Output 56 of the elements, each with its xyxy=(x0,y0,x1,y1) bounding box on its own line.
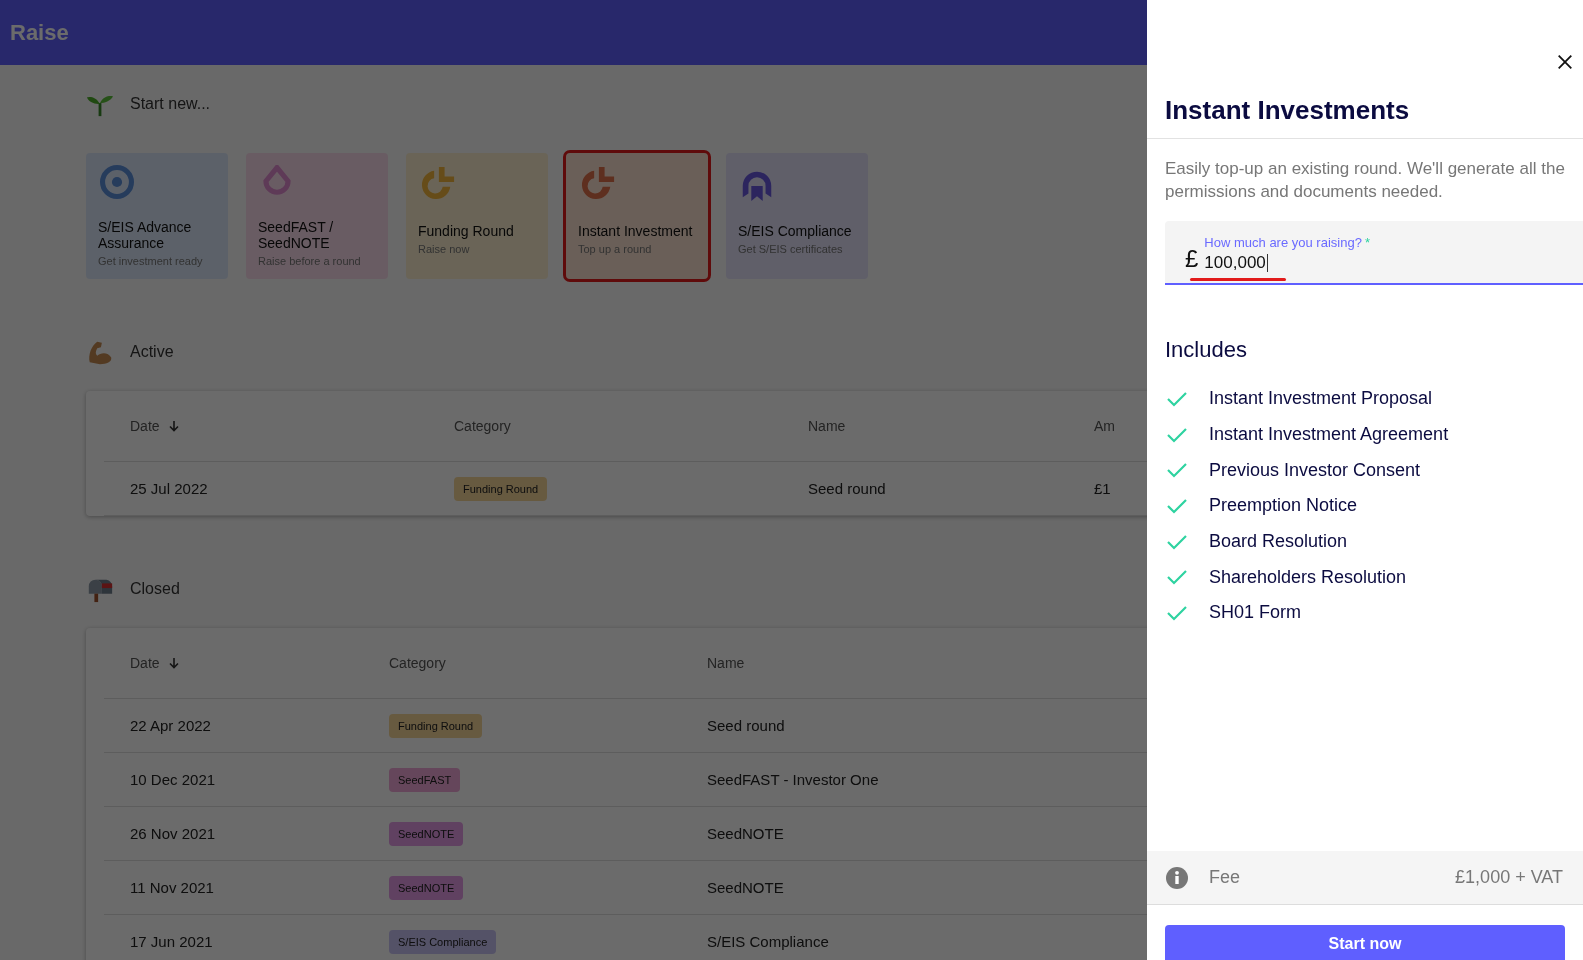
category-tag: Funding Round xyxy=(389,713,483,738)
table-cell-text: 25 Jul 2022 xyxy=(129,480,209,497)
column-header[interactable]: Am xyxy=(1094,418,1147,434)
section-heading: Includes xyxy=(1165,337,1248,363)
table-cell-text: S/EIS Compliance xyxy=(707,933,830,950)
category-tag: SeedFAST xyxy=(389,767,461,792)
card-title: SeedFAST / SeedNOTE xyxy=(258,219,335,251)
table-cell-text: SeedFAST - Investor One xyxy=(707,771,880,788)
included-item: Instant Investment Proposal xyxy=(1209,388,1433,410)
product-card[interactable]: Funding Round Raise now xyxy=(406,153,548,279)
info-icon xyxy=(1165,865,1189,890)
table-cell-text: Seed round xyxy=(707,717,786,734)
table-cell-text: SeedNOTE xyxy=(707,879,785,896)
target-icon xyxy=(98,165,136,199)
category-tag: SeedNOTE xyxy=(389,821,464,846)
fee-label: Fee xyxy=(1209,867,1242,888)
sort-arrow-icon xyxy=(167,657,180,669)
card-title: S/EIS Compliance xyxy=(738,223,853,239)
column-header[interactable]: Date xyxy=(104,418,454,434)
card-subtitle: Raise now xyxy=(418,243,471,255)
section-title: Closed xyxy=(130,580,180,598)
table-cell-text: 22 Apr 2022 xyxy=(129,717,212,734)
included-item: Previous Investor Consent xyxy=(1209,459,1421,481)
column-header[interactable]: Name xyxy=(707,655,1107,671)
table-cell-text: SeedNOTE xyxy=(707,825,785,842)
table-cell-text: 11 Nov 2021 xyxy=(129,879,215,896)
column-header[interactable]: Category xyxy=(389,655,707,671)
section-title: Start new... xyxy=(130,95,211,113)
category-tag: Funding Round xyxy=(454,476,548,501)
sort-arrow-icon xyxy=(167,420,180,432)
table-cell-text: Seed round xyxy=(808,480,887,497)
description-text: Easily top-up an existing round. We'll generate all the permissions and documents needed. xyxy=(1165,158,1565,203)
close-icon[interactable] xyxy=(1556,53,1574,71)
table-cell-text: 10 Dec 2021 xyxy=(129,771,217,788)
fee-amount: £1,000 + VAT xyxy=(1455,867,1563,888)
included-item: Board Resolution xyxy=(1209,531,1348,553)
app-title: Raise xyxy=(10,19,69,46)
included-item: SH01 Form xyxy=(1209,602,1302,624)
category-tag: S/EIS Compliance xyxy=(389,929,497,954)
included-item: Preemption Notice xyxy=(1209,495,1358,517)
included-item: Instant Investment Agreement xyxy=(1209,424,1449,446)
table-cell-text: 17 Jun 2021 xyxy=(129,933,214,950)
table-cell-text: 26 Nov 2021 xyxy=(129,825,217,842)
card-title: Funding Round xyxy=(418,223,515,239)
column-header[interactable]: Category xyxy=(454,418,808,434)
table-cell-text: £1 xyxy=(1094,480,1112,497)
category-tag: SeedNOTE xyxy=(389,875,464,900)
section-title: Active xyxy=(130,343,174,361)
card-title: S/EIS Advance Assurance xyxy=(98,219,193,251)
start-now-button[interactable]: Start now xyxy=(1165,925,1565,960)
column-header[interactable]: Name xyxy=(808,418,1094,434)
drawer-title: Instant Investments xyxy=(1147,95,1583,139)
amount-input-field[interactable]: £ How much are you raising? * 100,000 xyxy=(1165,221,1583,285)
card-title: Instant Investment xyxy=(578,223,694,239)
included-item: Shareholders Resolution xyxy=(1209,566,1407,588)
column-header[interactable]: Date xyxy=(104,655,389,671)
